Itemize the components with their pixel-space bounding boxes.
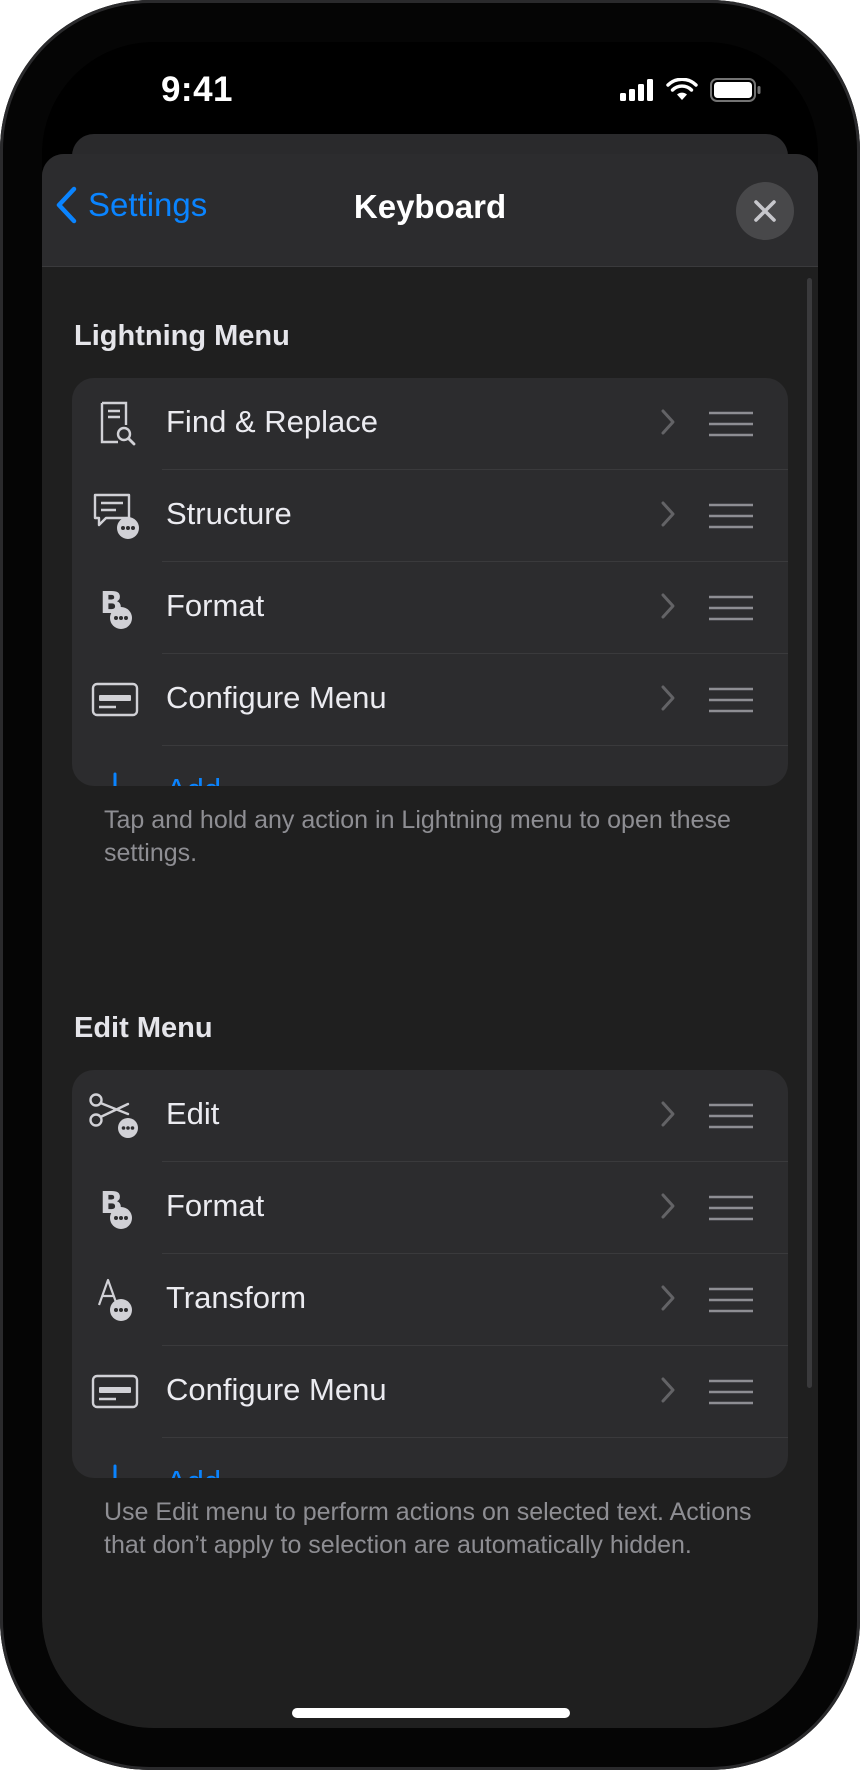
scrollbar[interactable]: [807, 278, 812, 1388]
list-item-label: Edit: [166, 1096, 220, 1131]
lightning-menu-footnote: Tap and hold any action in Lightning men…: [104, 806, 731, 867]
format-icon: B: [100, 1186, 132, 1229]
plus-icon: [113, 772, 117, 786]
chevron-right-icon: [661, 409, 675, 435]
wifi-icon: [666, 78, 698, 100]
reorder-handle-icon[interactable]: [708, 1287, 754, 1313]
list-item-edit[interactable]: Edit: [72, 1070, 788, 1162]
chevron-right-icon: [661, 1285, 675, 1311]
screen: 9:41 Settings Keyboard Lightning Menu Fi…: [42, 42, 818, 1728]
find-replace-icon: [100, 401, 136, 446]
configure-menu-icon: [91, 1374, 139, 1409]
reorder-handle-icon[interactable]: [708, 687, 754, 713]
list-item-configure-menu[interactable]: Configure Menu: [72, 654, 788, 746]
reorder-handle-icon[interactable]: [708, 411, 754, 437]
add-action-button[interactable]: Add...: [72, 746, 788, 786]
list-item-label: Configure Menu: [166, 1372, 387, 1407]
add-label: Add...: [166, 1464, 247, 1478]
reorder-handle-icon[interactable]: [708, 595, 754, 621]
list-item-find-replace[interactable]: Find & Replace: [72, 378, 788, 470]
section-header-lightning-menu: Lightning Menu: [74, 320, 290, 352]
list-item-format[interactable]: B Format: [72, 562, 788, 654]
chevron-right-icon: [661, 1377, 675, 1403]
reorder-handle-icon[interactable]: [708, 1195, 754, 1221]
cellular-signal-icon: [620, 79, 653, 101]
status-icons: [620, 78, 762, 102]
status-time: 9:41: [160, 70, 234, 109]
chevron-right-icon: [661, 1101, 675, 1127]
edit-menu-list: Edit B Format Transform Configure Menu: [72, 1070, 788, 1478]
transform-icon: [97, 1278, 132, 1321]
list-item-label: Format: [166, 588, 265, 623]
list-item-structure[interactable]: Structure: [72, 470, 788, 562]
list-item-label: Configure Menu: [166, 680, 387, 715]
settings-sheet: Settings Keyboard Lightning Menu Find & …: [42, 154, 818, 1728]
chevron-right-icon: [661, 1193, 675, 1219]
configure-menu-icon: [91, 682, 139, 717]
structure-icon: [93, 493, 139, 539]
navigation-bar: Settings Keyboard: [42, 154, 818, 267]
home-indicator[interactable]: [292, 1708, 570, 1718]
list-item-label: Structure: [166, 496, 292, 531]
section-header-edit-menu: Edit Menu: [74, 1012, 213, 1044]
close-icon: [754, 200, 776, 222]
list-item-configure-menu[interactable]: Configure Menu: [72, 1346, 788, 1438]
page-title: Keyboard: [353, 188, 507, 225]
chevron-right-icon: [661, 593, 675, 619]
battery-icon: [710, 78, 761, 102]
edit-menu-footnote: Use Edit menu to perform actions on sele…: [104, 1498, 752, 1559]
reorder-handle-icon[interactable]: [708, 1103, 754, 1129]
list-item-format[interactable]: B Format: [72, 1162, 788, 1254]
list-item-transform[interactable]: Transform: [72, 1254, 788, 1346]
scissors-icon: [89, 1093, 138, 1138]
chevron-right-icon: [661, 501, 675, 527]
list-item-label: Format: [166, 1188, 265, 1223]
reorder-handle-icon[interactable]: [708, 1379, 754, 1405]
add-action-button[interactable]: Add...: [72, 1438, 788, 1478]
lightning-menu-list: Find & Replace Structure B Format Config…: [72, 378, 788, 786]
format-icon: B: [100, 586, 132, 629]
add-label: Add...: [166, 772, 247, 786]
plus-icon: [113, 1464, 117, 1478]
list-item-label: Transform: [166, 1280, 307, 1315]
chevron-right-icon: [661, 685, 675, 711]
list-item-label: Find & Replace: [166, 404, 378, 439]
reorder-handle-icon[interactable]: [708, 503, 754, 529]
close-button[interactable]: [736, 182, 794, 240]
phone-frame: 9:41 Settings Keyboard Lightning Menu Fi…: [0, 0, 860, 1770]
